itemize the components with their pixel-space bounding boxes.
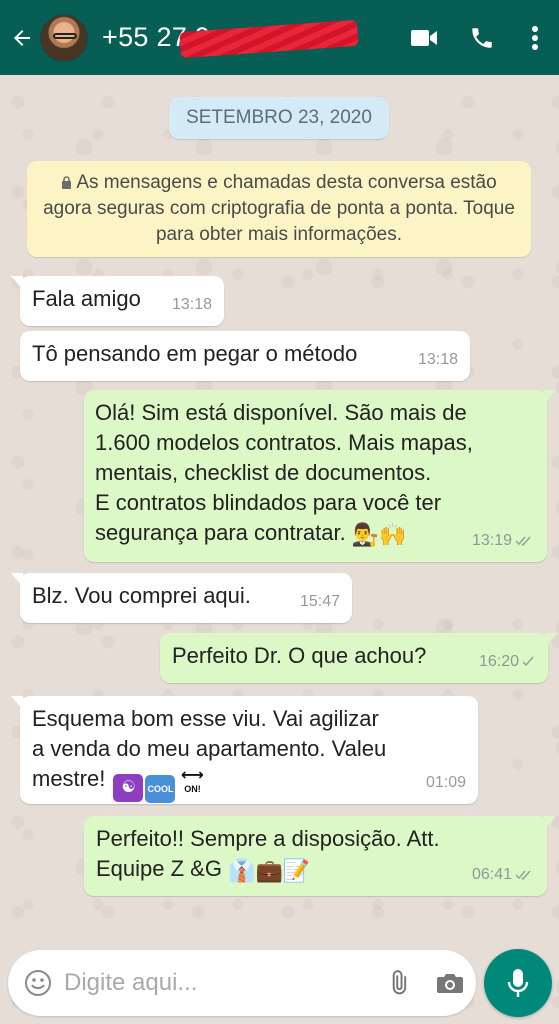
message-line: Equipe Z &G xyxy=(96,856,222,881)
message-outgoing[interactable]: Perfeito!! Sempre a disposição. Att. Equ… xyxy=(84,816,556,896)
message-line: mestre! xyxy=(32,766,106,791)
briefcase-emoji-icon: 💼 xyxy=(255,858,283,883)
message-time: 16:20 xyxy=(479,647,536,677)
raising-hands-emoji-icon: 🙌 xyxy=(379,522,407,547)
shirt-tie-emoji-icon: 👔 xyxy=(228,858,256,883)
single-check-icon xyxy=(522,656,534,667)
message-line: Esquema bom esse viu. Vai agilizar xyxy=(32,706,379,731)
microphone-icon xyxy=(507,969,529,997)
message-time: 06:41 xyxy=(472,860,535,890)
emoji-icon[interactable] xyxy=(12,950,64,1016)
message-line: Olá! Sim está disponível. São mais de xyxy=(95,400,467,425)
yin-yang-emoji-icon: ☯ xyxy=(113,774,144,802)
message-composer: Digite aqui... xyxy=(8,950,476,1016)
message-line: a venda do meu apartamento. Valeu xyxy=(32,736,387,761)
encryption-notice[interactable]: As mensagens e chamadas desta conversa e… xyxy=(27,161,531,257)
message-text: Tô pensando em pegar o método xyxy=(32,341,358,366)
message-line: E contratos blindados para você ter xyxy=(95,490,442,515)
phone-call-icon[interactable] xyxy=(453,0,511,75)
date-chip: SETEMBRO 23, 2020 xyxy=(169,97,389,139)
message-outgoing[interactable]: Olá! Sim está disponível. São mais de 1.… xyxy=(84,390,556,562)
message-time: 13:18 xyxy=(171,296,212,313)
more-options-icon[interactable] xyxy=(511,0,559,75)
microphone-button[interactable] xyxy=(484,949,552,1017)
message-line: 1.600 modelos contratos. Mais mapas, xyxy=(95,430,473,455)
attach-icon[interactable] xyxy=(372,950,424,1016)
double-check-icon xyxy=(515,536,531,547)
chat-header: +55 27 9 xyxy=(0,0,559,75)
contact-name[interactable]: +55 27 9 xyxy=(102,19,359,59)
on-arrow-emoji-icon: ⟷ ON! xyxy=(181,767,204,795)
message-input[interactable]: Digite aqui... xyxy=(64,969,372,997)
message-list[interactable]: SETEMBRO 23, 2020 As mensagens e chamada… xyxy=(0,75,559,945)
message-text: Fala amigo xyxy=(32,286,141,311)
message-line: segurança para contratar. xyxy=(95,520,346,545)
lawyer-emoji-icon: 👨‍⚖️ xyxy=(351,522,380,547)
message-time: 01:09 xyxy=(425,774,466,791)
camera-icon[interactable] xyxy=(424,950,476,1016)
cool-emoji-icon: COOL xyxy=(145,775,176,803)
message-time: 13:19 xyxy=(472,526,535,556)
message-incoming[interactable]: Tô pensando em pegar o método 13:18 xyxy=(20,331,470,381)
message-time: 13:18 xyxy=(417,351,458,368)
contact-avatar[interactable] xyxy=(40,13,88,62)
message-text: Perfeito Dr. O que achou? xyxy=(172,643,427,668)
message-incoming[interactable]: Blz. Vou comprei aqui. 15:47 xyxy=(11,573,352,623)
message-line: Perfeito!! Sempre a disposição. Att. xyxy=(96,826,440,851)
message-line: mentais, checklist de documentos. xyxy=(95,460,432,485)
message-text: Blz. Vou comprei aqui. xyxy=(32,583,251,608)
encryption-text: As mensagens e chamadas desta conversa e… xyxy=(43,172,515,245)
lock-icon xyxy=(61,171,72,189)
double-check-icon xyxy=(515,870,531,881)
message-incoming[interactable]: Fala amigo 13:18 xyxy=(11,276,224,326)
message-outgoing[interactable]: Perfeito Dr. O que achou? 16:20 xyxy=(160,633,557,683)
memo-emoji-icon: 📝 xyxy=(282,858,311,883)
message-time: 15:47 xyxy=(299,593,340,610)
video-call-icon[interactable] xyxy=(395,0,453,75)
message-incoming[interactable]: Esquema bom esse viu. Vai agilizar a ven… xyxy=(11,696,478,804)
back-arrow-icon[interactable] xyxy=(4,0,40,75)
